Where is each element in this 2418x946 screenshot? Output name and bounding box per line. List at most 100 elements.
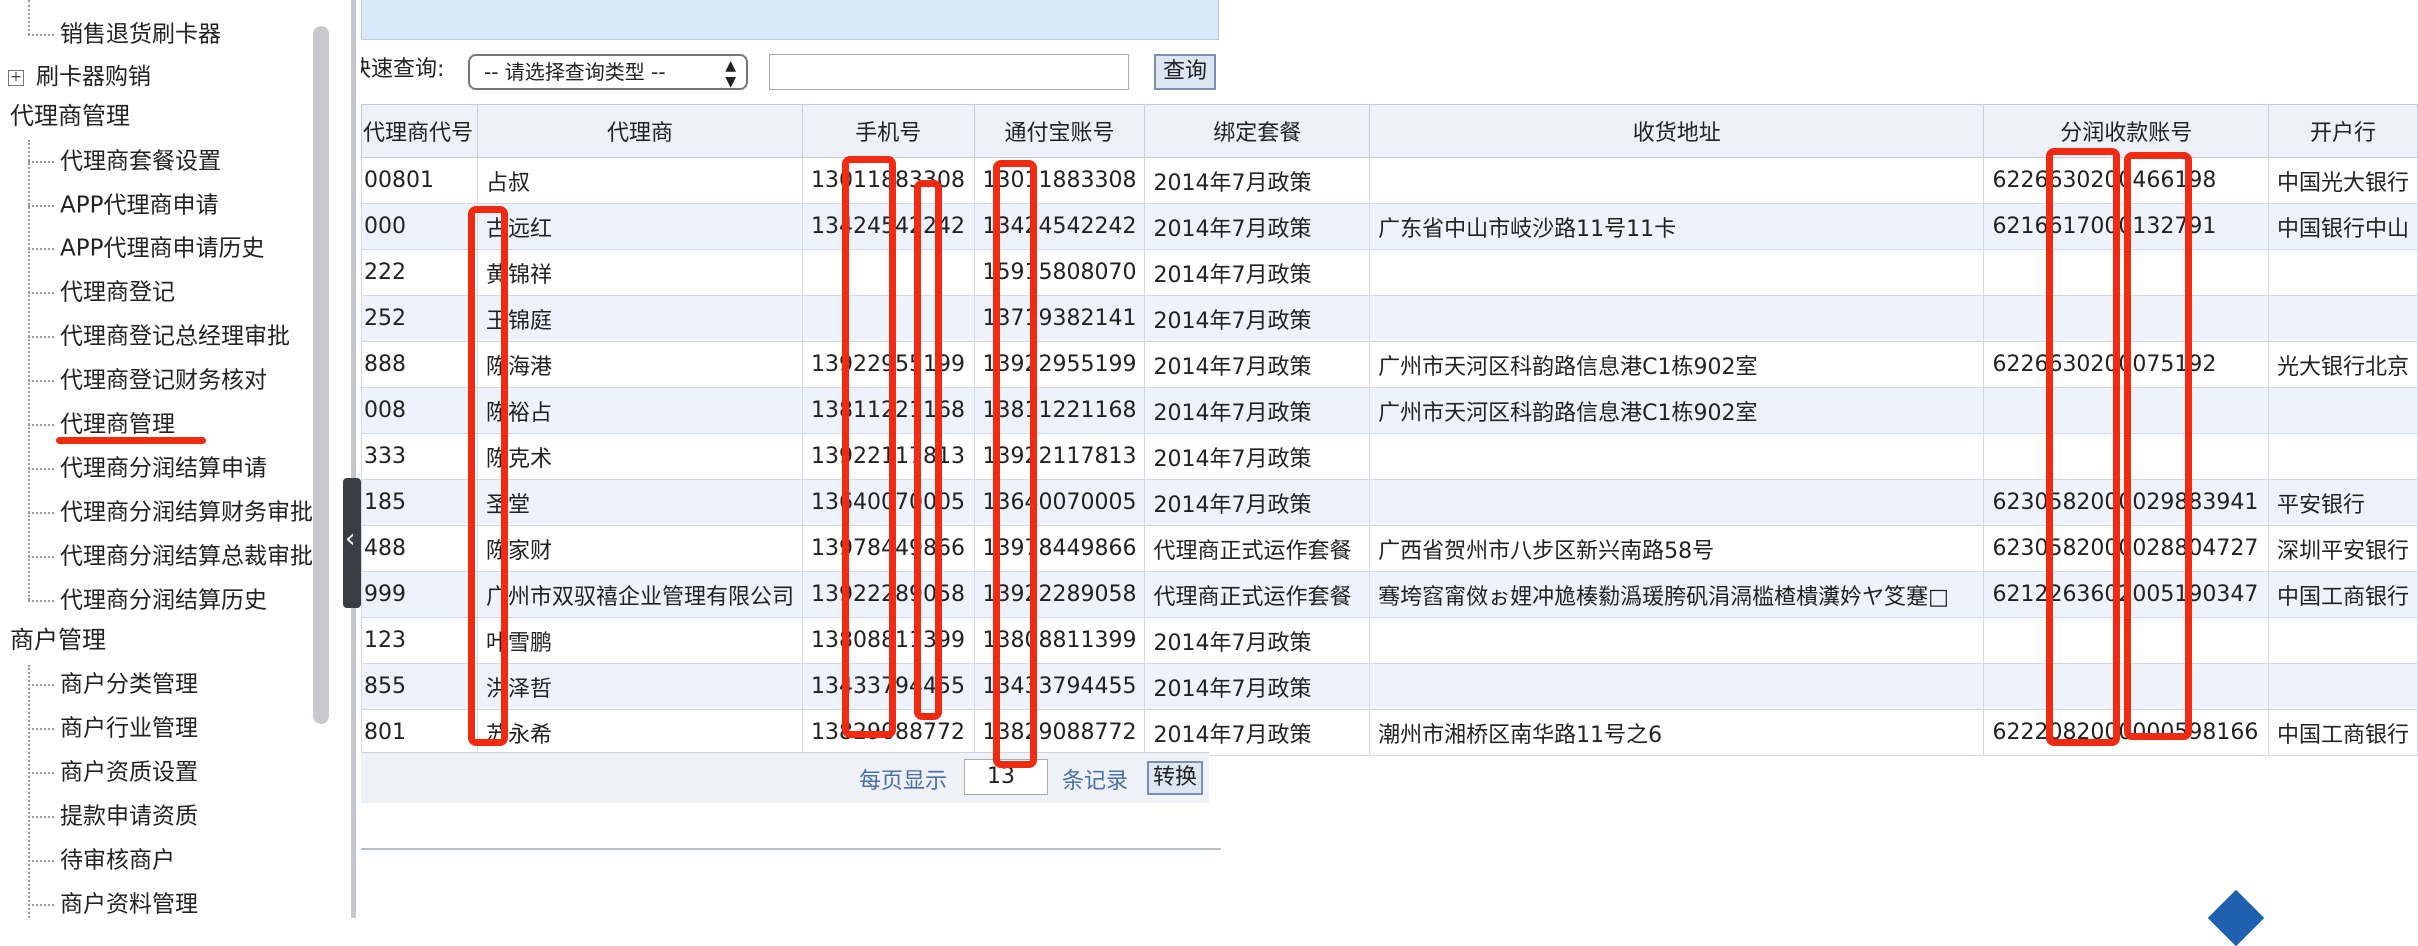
cell-agent-code: 855 [361, 663, 479, 710]
tree-item-pending-review-merchants[interactable]: 待审核商户 [28, 840, 175, 880]
tree-branch [28, 727, 54, 730]
column-header-mobile[interactable]: 手机号 [802, 104, 975, 158]
column-header-bank[interactable]: 开户行 [2267, 104, 2418, 158]
cell-bank: 平安银行 [2267, 479, 2418, 526]
cell-bound-package: 2014年7月政策 [1144, 433, 1371, 480]
cell-bound-package: 2014年7月政策 [1144, 203, 1371, 250]
annotation-box [914, 180, 942, 720]
records-label: 条记录 [1062, 769, 1129, 794]
tree-branch [28, 204, 54, 207]
tree-item-merchant-profile-management[interactable]: 商户资料管理 [28, 884, 198, 918]
cell-agent-name: 陈海港 [477, 341, 804, 388]
cell-shipping-address: 骞垮窞甯傚ぉ娌冲尯楱勬潙瑗胯矾涓滆槛楂樻瀵妗ヤ笅蹇□ [1369, 571, 1985, 618]
cell-agent-name: 苏永希 [477, 709, 804, 756]
cell-agent-name: 古远红 [477, 203, 804, 250]
cell-bank [2267, 249, 2418, 296]
cell-agent-code: 000 [361, 203, 479, 250]
select-arrows-icon: ▲ ▼ [725, 58, 736, 90]
tree-branch [28, 160, 54, 163]
tree-section-agent-management[interactable]: 代理商管理 [10, 96, 130, 136]
navigation-tree: 销售退货刷卡器 + 刷卡器购销 代理商管理 代理商套餐设置 APP代理商申请 AP… [0, 0, 356, 918]
cell-bound-package: 代理商正式运作套餐 [1144, 525, 1371, 572]
tree-item-agent-registration-gm-approval[interactable]: 代理商登记总经理审批 [28, 316, 290, 356]
tree-branch [28, 771, 54, 774]
per-page-label: 每页显示 [859, 769, 948, 794]
tree-branch [28, 555, 54, 558]
column-header-tongfubao-account[interactable]: 通付宝账号 [973, 104, 1146, 158]
cell-agent-code: 888 [361, 341, 479, 388]
column-header-agent[interactable]: 代理商 [477, 104, 804, 158]
tree-item-card-reader-purchase-sales[interactable]: + 刷卡器购销 [8, 57, 151, 97]
cell-bank: 深圳平安银行 [2267, 525, 2418, 572]
cell-shipping-address [1369, 249, 1985, 296]
cell-bound-package: 2014年7月政策 [1144, 617, 1371, 664]
tree-item-agent-package-settings[interactable]: 代理商套餐设置 [28, 141, 221, 181]
tree-branch [28, 511, 54, 514]
tree-item-agent-registration[interactable]: 代理商登记 [28, 272, 175, 312]
cell-agent-name: 洪泽哲 [477, 663, 804, 710]
chevron-left-icon: ‹ [345, 524, 356, 554]
pagination-bar: 每页显示 13 条记录 转换 [361, 752, 1209, 803]
cell-shipping-address [1369, 433, 1985, 480]
tree-branch [28, 683, 54, 686]
tree-item-app-agent-application[interactable]: APP代理商申请 [28, 185, 218, 225]
cell-bank [2267, 387, 2418, 434]
cell-agent-code: 008 [361, 387, 479, 434]
tree-item-agent-profit-settlement-ceo-approval[interactable]: 代理商分润结算总裁审批 [28, 536, 313, 576]
cell-shipping-address [1369, 617, 1985, 664]
search-button[interactable]: 查询 [1154, 54, 1216, 90]
tree-item-app-agent-application-history[interactable]: APP代理商申请历史 [28, 228, 264, 268]
tree-branch [28, 33, 54, 36]
tree-item-merchant-category-management[interactable]: 商户分类管理 [28, 664, 198, 704]
tree-branch [28, 467, 54, 470]
cell-bank [2267, 663, 2418, 710]
column-header-shipping-address[interactable]: 收货地址 [1369, 104, 1985, 158]
cell-shipping-address: 广州市天河区科韵路信息港C1栋902室 [1369, 341, 1985, 388]
sidebar-scrollbar[interactable] [313, 26, 329, 724]
cell-bank: 中国光大银行 [2267, 157, 2418, 204]
tree-item-withdrawal-application-qualification[interactable]: 提款申请资质 [28, 796, 198, 836]
tree-item-sales-return-card-reader[interactable]: 销售退货刷卡器 [28, 14, 221, 54]
tree-item-agent-profit-settlement-finance-approval[interactable]: 代理商分润结算财务审批 [28, 492, 313, 532]
cell-bound-package: 2014年7月政策 [1144, 341, 1371, 388]
cell-agent-name: 王锦庭 [477, 295, 804, 342]
cell-agent-name: 陈家财 [477, 525, 804, 572]
annotation-underline [56, 437, 206, 444]
expand-icon[interactable]: + [8, 69, 24, 86]
cell-bank: 中国银行中山 [2267, 203, 2418, 250]
tree-branch [28, 903, 54, 906]
tree-item-agent-profit-settlement-history[interactable]: 代理商分润结算历史 [28, 580, 267, 620]
collapse-sidebar-handle[interactable]: ‹ [343, 478, 361, 608]
query-type-select[interactable]: -- 请选择查询类型 -- ▲ ▼ [468, 54, 748, 90]
tree-branch [28, 815, 54, 818]
tree-item-agent-registration-finance-check[interactable]: 代理商登记财务核对 [28, 360, 267, 400]
tree-section-merchant-management[interactable]: 商户管理 [10, 620, 106, 660]
cell-agent-code: 252 [361, 295, 479, 342]
cell-agent-code: 185 [361, 479, 479, 526]
divider [361, 848, 1221, 850]
cell-shipping-address [1369, 663, 1985, 710]
convert-button[interactable]: 转换 [1147, 761, 1203, 795]
tree-branch [28, 859, 54, 862]
tree-branch [28, 379, 54, 382]
column-header-profit-account[interactable]: 分润收款账号 [1983, 104, 2269, 158]
tree-branch [28, 247, 54, 250]
cell-agent-name: 陈裕占 [477, 387, 804, 434]
quick-search-bar: 快速查询: -- 请选择查询类型 -- ▲▼ 查询 [361, 50, 1261, 94]
cell-agent-name: 广州市双驭禧企业管理有限公司 [477, 571, 804, 618]
cell-bank [2267, 617, 2418, 664]
cell-agent-code: 488 [361, 525, 479, 572]
cell-bound-package: 2014年7月政策 [1144, 663, 1371, 710]
cell-bank [2267, 433, 2418, 480]
tree-item-agent-profit-settlement-application[interactable]: 代理商分润结算申请 [28, 448, 267, 488]
cell-agent-name: 黄锦祥 [477, 249, 804, 296]
cell-agent-code: 00801 [361, 157, 479, 204]
annotation-box [993, 160, 1037, 768]
column-header-bound-package[interactable]: 绑定套餐 [1144, 104, 1371, 158]
cell-bank: 光大银行北京 [2267, 341, 2418, 388]
search-input[interactable] [769, 54, 1129, 90]
cell-shipping-address [1369, 295, 1985, 342]
column-header-agent-code[interactable]: 代理商代号 [361, 104, 479, 158]
tree-item-merchant-qualification-settings[interactable]: 商户资质设置 [28, 752, 198, 792]
tree-item-merchant-industry-management[interactable]: 商户行业管理 [28, 708, 198, 748]
